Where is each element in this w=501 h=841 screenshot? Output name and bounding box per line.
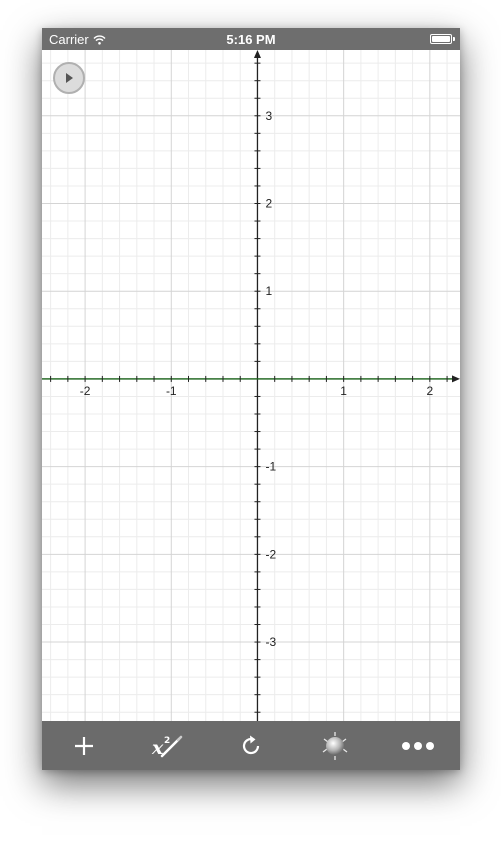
y-axis-arrow — [253, 50, 261, 58]
x-tick-label: 1 — [340, 384, 347, 398]
x-tick-label: -1 — [166, 384, 177, 398]
reset-button[interactable] — [229, 724, 273, 768]
play-icon — [66, 73, 73, 83]
refresh-icon — [242, 735, 260, 754]
play-button[interactable] — [53, 62, 85, 94]
add-button[interactable] — [62, 724, 106, 768]
status-time: 5:16 PM — [226, 32, 276, 47]
y-tick-label: -3 — [265, 635, 276, 649]
graph-canvas[interactable]: -2 -1 1 2 3 2 1 -1 -2 -3 — [42, 50, 460, 721]
plus-icon — [74, 736, 93, 755]
y-tick-label: -1 — [265, 460, 276, 474]
more-dots-icon — [402, 741, 435, 750]
x-tick-label: 2 — [426, 384, 433, 398]
trace-button[interactable] — [313, 724, 357, 768]
more-button[interactable] — [396, 724, 440, 768]
phone-screen: Carrier 5:16 PM -2 -1 1 2 3 2 1 -1 -2 -3 — [42, 28, 460, 770]
y-tick-label: 3 — [265, 109, 272, 123]
bottom-toolbar: x 2 — [42, 721, 460, 770]
y-tick-label: -2 — [265, 547, 276, 561]
x-squared-edit-icon: x 2 — [151, 735, 183, 758]
trace-ball-icon — [322, 731, 347, 760]
formula-button[interactable]: x 2 — [145, 724, 189, 768]
y-tick-label: 1 — [265, 284, 272, 298]
x-axis-arrow — [452, 375, 460, 383]
x-tick-label: -2 — [80, 384, 91, 398]
formula-sup: 2 — [164, 736, 170, 746]
battery-icon — [430, 34, 455, 44]
graph-svg[interactable]: -2 -1 1 2 3 2 1 -1 -2 -3 — [42, 50, 460, 721]
status-bar: Carrier 5:16 PM — [42, 28, 460, 50]
y-tick-label: 2 — [265, 196, 272, 210]
